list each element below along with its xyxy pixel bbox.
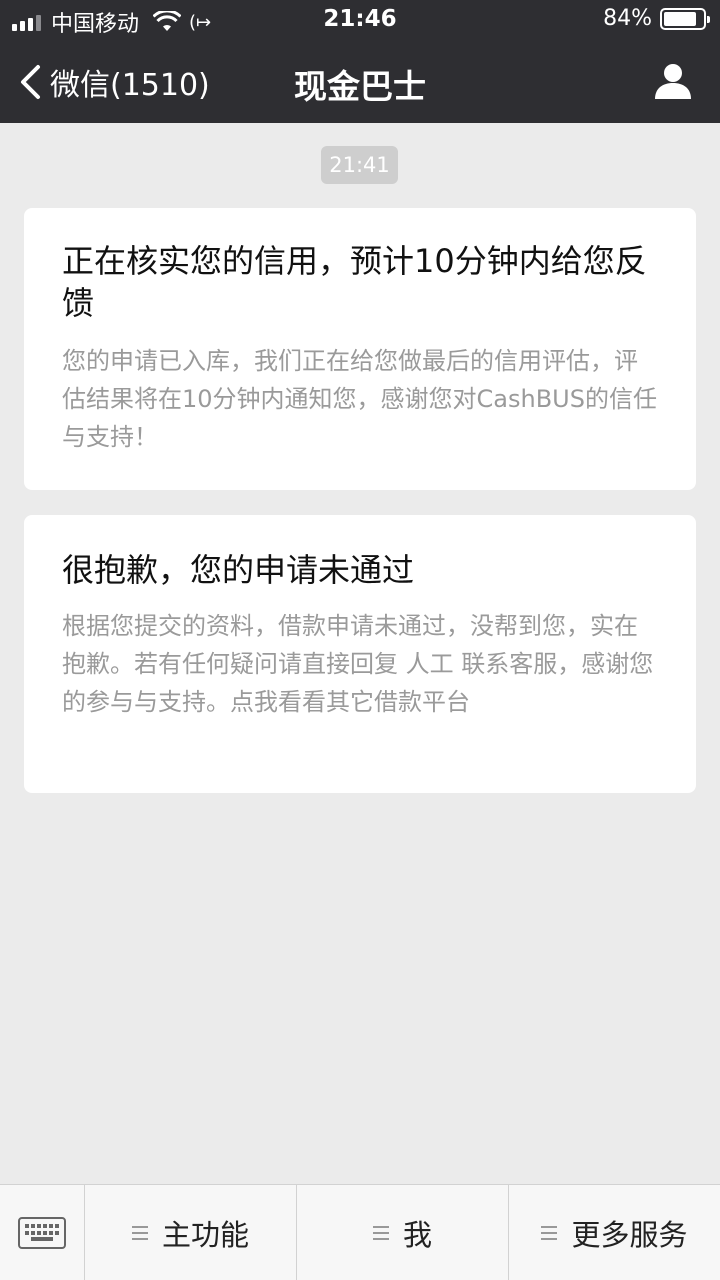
menu-item-main-function[interactable]: 主功能: [85, 1185, 297, 1280]
menu-item-me[interactable]: 我: [297, 1185, 509, 1280]
bottom-menu: 主功能 我 更多服务: [0, 1184, 720, 1280]
battery-fill: [664, 11, 696, 26]
menu-icon: [372, 1226, 389, 1240]
message-title: 很抱歉，您的申请未通过: [62, 551, 415, 589]
message-card[interactable]: 很抱歉，您的申请未通过 根据您提交的资料，借款申请未通过，没帮到您，实在抱歉。若…: [24, 515, 696, 793]
menu-item-more-services[interactable]: 更多服务: [509, 1185, 720, 1280]
message-body: 您的申请已入库，我们正在给您做最后的信用评估，评估结果将在10分钟内通知您，感谢…: [62, 347, 657, 451]
nav-bar: 微信(1510) 现金巴士: [0, 40, 720, 123]
battery-percent: 84%: [603, 6, 652, 31]
page-title: 现金巴士: [294, 67, 426, 106]
battery-icon: [660, 7, 710, 30]
menu-icon: [541, 1226, 558, 1240]
message-title: 正在核实您的信用，预计10分钟内给您反馈: [62, 242, 647, 322]
chat-timestamp: 21:41: [321, 146, 398, 184]
menu-item-label: 主功能: [161, 1218, 249, 1252]
menu-item-label: 我: [402, 1218, 432, 1252]
menu-icon: [131, 1226, 148, 1240]
message-body: 根据您提交的资料，借款申请未通过，没帮到您，实在抱歉。若有任何疑问请直接回复 人…: [62, 612, 654, 716]
message-card[interactable]: 正在核实您的信用，预计10分钟内给您反馈 您的申请已入库，我们正在给您做最后的信…: [24, 208, 696, 490]
profile-icon[interactable]: [654, 62, 692, 100]
status-bar: 中国移动 (↦ 21:46 84%: [0, 0, 720, 40]
keyboard-toggle-button[interactable]: [0, 1185, 85, 1280]
menu-item-label: 更多服务: [571, 1218, 688, 1252]
keyboard-icon: [18, 1217, 66, 1249]
